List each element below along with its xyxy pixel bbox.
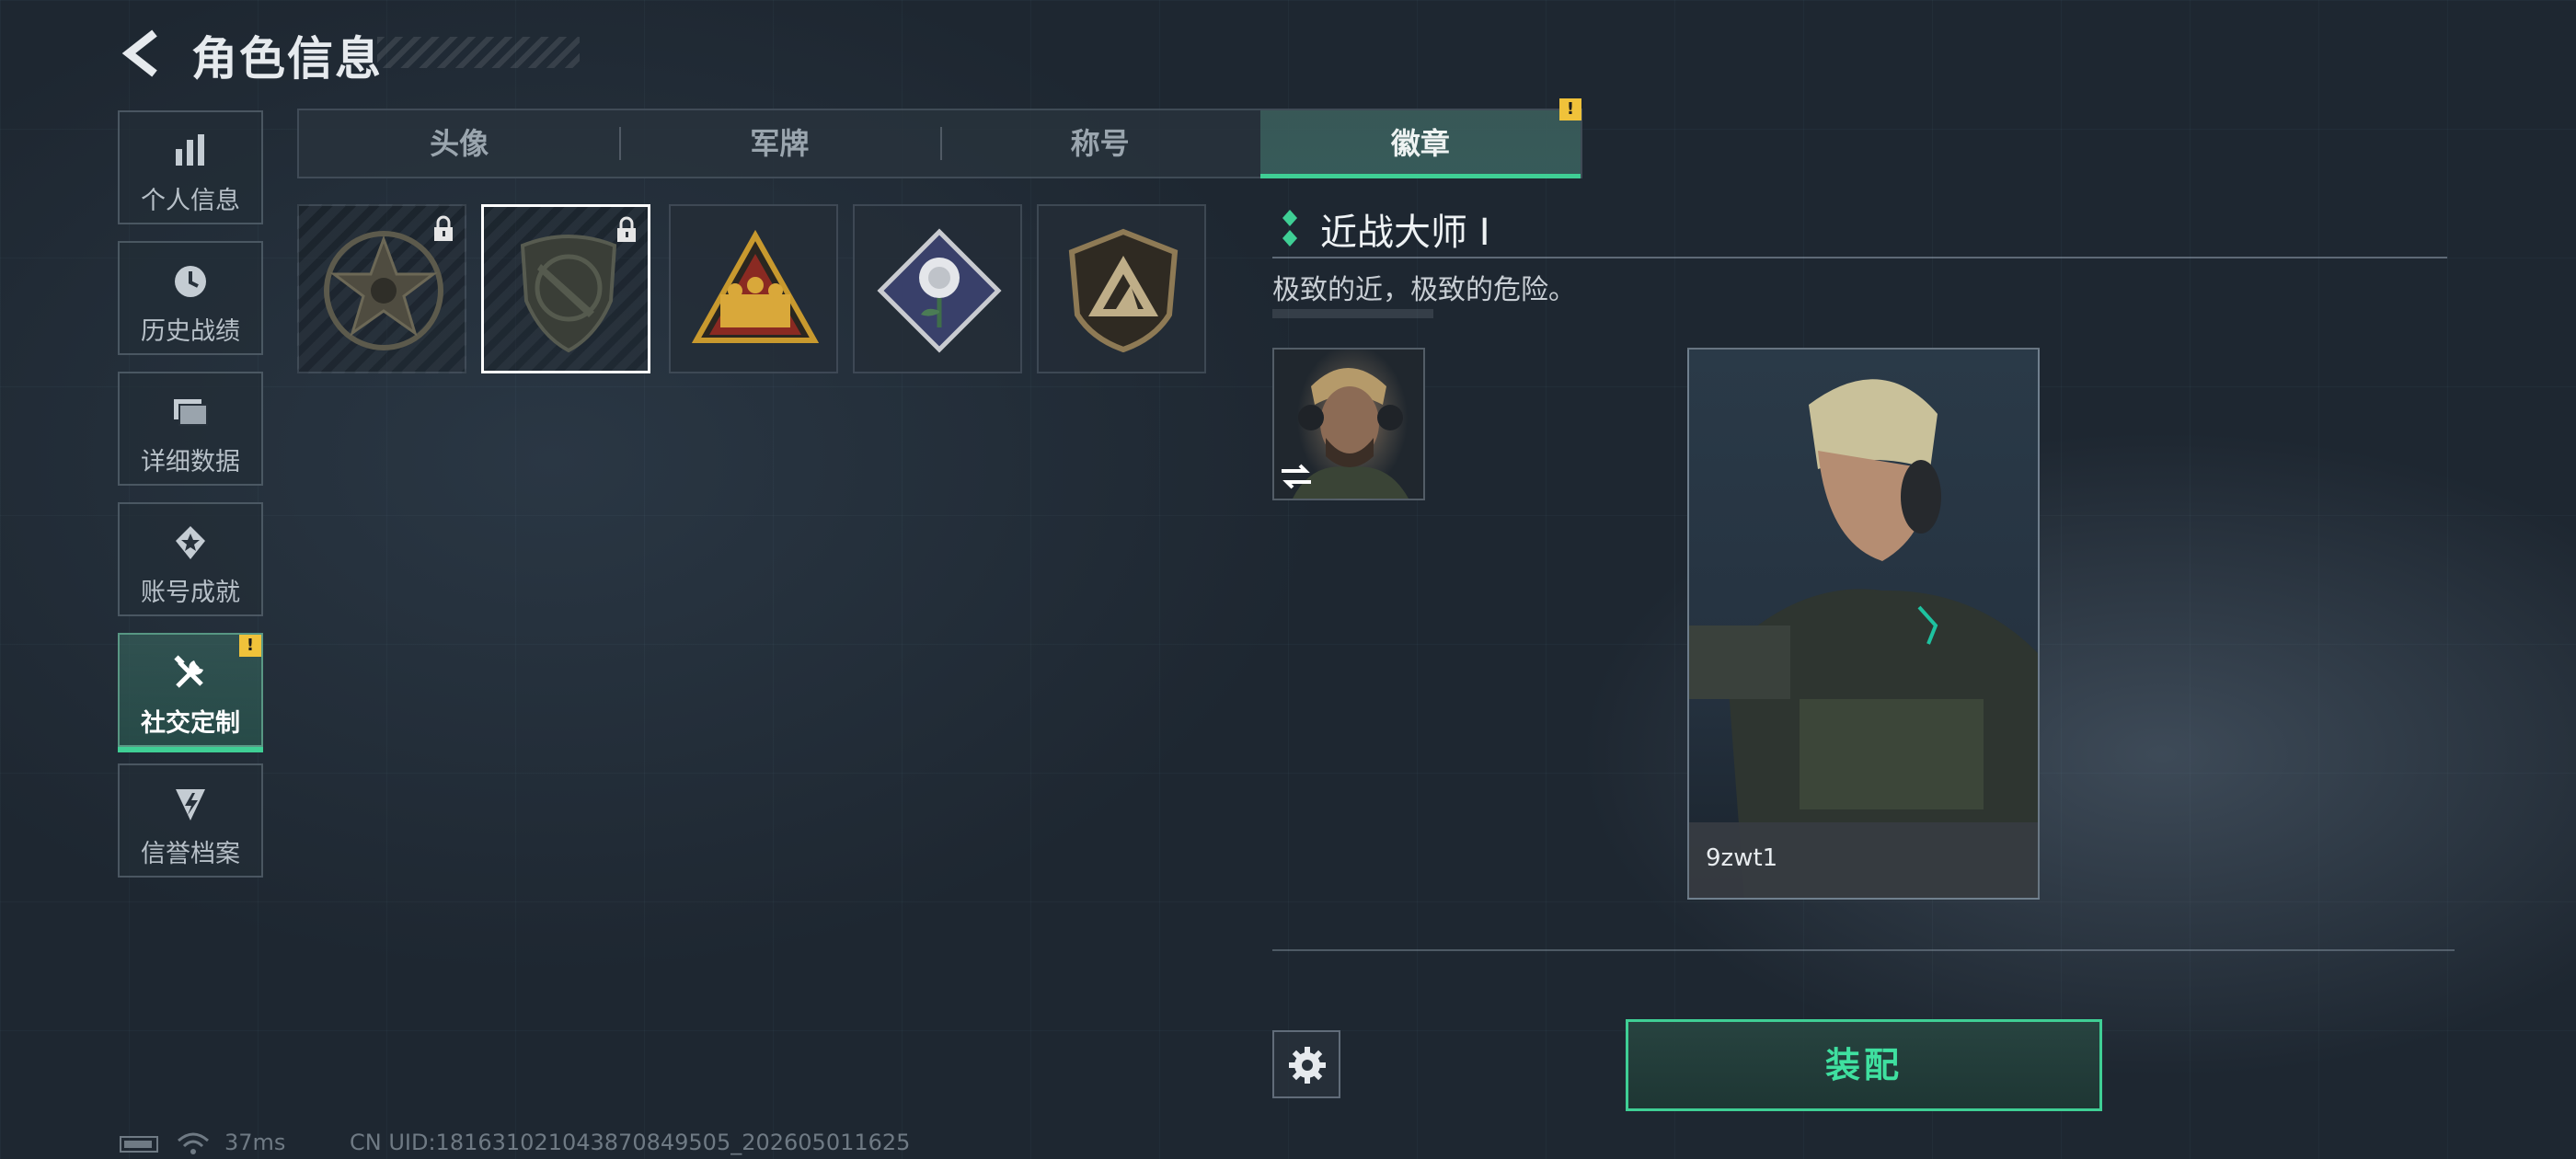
badge-item-selected[interactable] <box>481 204 650 373</box>
tab-badge[interactable]: 徽章 <box>1259 110 1581 178</box>
tab-alert-badge: ! <box>1559 98 1581 120</box>
player-name-bar: 9zwt1 <box>1689 822 2038 898</box>
credit-shield-icon <box>176 789 205 820</box>
back-arrow-icon <box>121 29 157 77</box>
badge-name: 近战大师 I <box>1320 212 1490 254</box>
sidebar-item-personal-info[interactable]: 个人信息 <box>118 110 263 224</box>
user-uid: CN UID:181631021043870849505_20260501162… <box>350 1130 911 1155</box>
progress-track <box>1272 309 1433 318</box>
gear-icon <box>1289 1047 1326 1084</box>
sidebar-item-history[interactable]: 历史战绩 <box>118 241 263 355</box>
sidebar-item-label: 账号成就 <box>141 579 240 607</box>
badge-item[interactable] <box>297 204 466 373</box>
operator-portrait[interactable] <box>1272 348 1425 500</box>
divider <box>1272 949 2455 951</box>
tab-title[interactable]: 称号 <box>939 110 1260 177</box>
sidebar-item-label: 历史战绩 <box>141 317 240 346</box>
divider <box>1272 257 2447 258</box>
history-clock-icon <box>175 266 206 297</box>
wifi-icon <box>178 1132 209 1154</box>
sidebar-item-achievements[interactable]: 账号成就 <box>118 502 263 616</box>
title-decoration <box>377 37 580 68</box>
sidebar-item-label: 信誉档案 <box>141 840 240 868</box>
rose-diamond-emblem-icon <box>877 228 1002 353</box>
sidebar-item-label: 个人信息 <box>141 187 240 215</box>
lock-icon <box>434 215 453 241</box>
folder-icon <box>174 399 208 426</box>
player-name: 9zwt1 <box>1706 844 1778 872</box>
settings-button[interactable] <box>1272 1030 1340 1098</box>
tab-avatar[interactable]: 头像 <box>299 110 619 177</box>
battery-icon <box>120 1136 158 1153</box>
star-skull-emblem-icon <box>324 231 443 350</box>
badge-item[interactable] <box>669 204 838 373</box>
sidebar-item-social-custom[interactable]: 社交定制 ! <box>118 633 263 752</box>
tools-icon <box>174 655 203 688</box>
player-card: 9zwt1 <box>1687 348 2040 900</box>
sidebar-item-credit-record[interactable]: 信誉档案 <box>118 763 263 878</box>
alert-badge: ! <box>239 635 261 657</box>
tab-dog-tag[interactable]: 军牌 <box>619 110 939 177</box>
badge-item[interactable] <box>1037 204 1206 373</box>
achievement-icon <box>176 526 205 559</box>
page-title: 角色信息 <box>191 32 383 86</box>
knife-shield-emblem-icon <box>520 235 617 353</box>
lock-icon <box>617 216 636 242</box>
sidebar-item-detailed-data[interactable]: 详细数据 <box>118 372 263 486</box>
squad-triangle-emblem-icon <box>691 229 820 343</box>
badge-item[interactable] <box>853 204 1022 373</box>
back-button[interactable] <box>120 28 166 79</box>
badge-description: 极致的近，极致的危险。 <box>1272 274 1576 306</box>
sidebar-item-label: 社交定制 <box>141 709 240 738</box>
operator-figure-icon <box>1689 379 2038 898</box>
sidebar-item-label: 详细数据 <box>141 448 240 476</box>
equip-button[interactable]: 装配 <box>1626 1019 2102 1111</box>
diamond-marker-icon <box>1282 210 1297 247</box>
tab-label: 徽章 <box>1390 126 1450 161</box>
bar-chart-icon <box>176 134 204 166</box>
swap-icon <box>1282 464 1311 489</box>
network-ping: 37ms <box>224 1130 286 1155</box>
mountain-shield-emblem-icon <box>1068 228 1179 353</box>
tab-bar: 头像 军牌 称号 徽章 <box>297 109 1582 178</box>
